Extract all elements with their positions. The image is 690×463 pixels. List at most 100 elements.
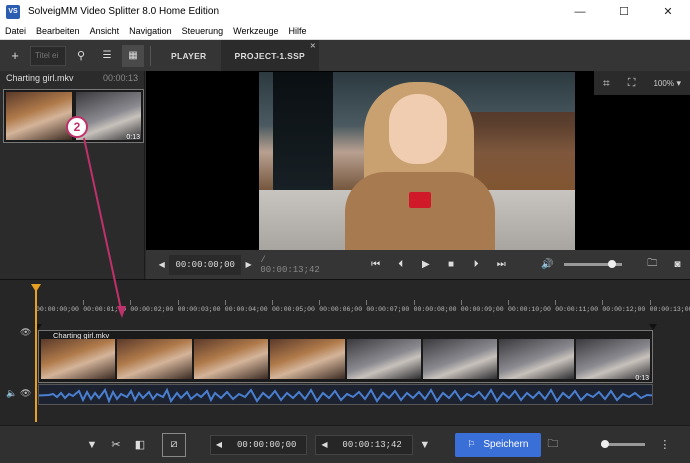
menu-werkzeuge[interactable]: Werkzeuge (228, 26, 283, 36)
media-thumbnail[interactable]: 0:13 (3, 89, 144, 143)
search-icon[interactable]: ⚲ (70, 45, 92, 67)
audio-waveform (39, 387, 652, 404)
volume-icon[interactable]: 🔊 (535, 259, 560, 270)
menu-bearbeiten[interactable]: Bearbeiten (31, 26, 85, 36)
viewer-tools: ⌗ ⛶ 100% ▾ (594, 71, 690, 95)
bottom-bar: ▼ ✂ ◧ ⧄ ◀ 00:00:00;00 ◀ 00:00:13;42 ▼ ⚐ … (0, 425, 690, 463)
list-view-icon[interactable]: ☰ (96, 45, 118, 67)
prev-icon[interactable]: ◀ (211, 435, 227, 455)
more-options-icon[interactable]: ⋮ (653, 433, 677, 457)
end-time-value[interactable]: 00:00:13;42 (332, 440, 411, 450)
crop-icon[interactable]: ⌗ (603, 76, 610, 91)
save-icon: ⚐ (467, 439, 476, 449)
start-time-value[interactable]: 00:00:00;00 (227, 440, 306, 450)
ruler-tick-label: 00:00:06;00 (319, 300, 363, 313)
menu-steuerung[interactable]: Steuerung (177, 26, 229, 36)
menu-navigation[interactable]: Navigation (124, 26, 177, 36)
audio-icon[interactable]: 🔈 (6, 388, 17, 399)
media-item[interactable]: Charting girl.mkv 00:00:13 (0, 71, 144, 85)
window-controls: — ☐ ✕ (558, 0, 690, 23)
clip-frame (346, 339, 421, 379)
snapshot-icon[interactable]: ◙ (665, 259, 690, 270)
app-icon: VS (6, 4, 20, 19)
next-icon[interactable]: ◀ (316, 435, 332, 455)
ruler-tick-label: 00:00:02;00 (130, 300, 174, 313)
video-track-clip[interactable]: Charting girl.mkv 0:13 (38, 330, 653, 383)
next-frame-icon[interactable]: ▶ (241, 255, 256, 275)
toolbar: + ⚲ ☰ ▦ PLAYER PROJECT-1.SSP ✕ (0, 40, 690, 71)
clip-frame (575, 339, 650, 379)
ruler-tick-label: 00:00:00;00 (36, 300, 79, 313)
start-time-field[interactable]: ◀ 00:00:00;00 (210, 434, 308, 455)
clip-frame (422, 339, 498, 379)
ruler-tick-label: 00:00:10;00 (508, 300, 551, 313)
minimize-button[interactable]: — (558, 0, 602, 23)
ruler-tick-label: 00:00:05;00 (272, 300, 315, 313)
grid-view-icon[interactable]: ▦ (122, 44, 144, 67)
video-scene-phone (409, 192, 431, 208)
media-file-name: Charting girl.mkv (6, 73, 74, 83)
ruler-tick-label: 00:00:13;00 (649, 300, 690, 313)
media-panel: Charting girl.mkv 00:00:13 0:13 (0, 71, 145, 279)
go-start-icon[interactable]: ⏮ (363, 259, 388, 270)
search-input[interactable] (30, 45, 66, 66)
marker-icon[interactable]: ▼ (80, 433, 104, 457)
maximize-button[interactable]: ☐ (602, 0, 646, 23)
ruler-tick-label: 00:00:12;00 (602, 300, 646, 313)
fragment-icon[interactable]: ◧ (128, 433, 152, 457)
clip-duration: 0:13 (635, 375, 649, 382)
ruler-tick-label: 00:00:11;00 (555, 300, 599, 313)
menu-ansicht[interactable]: Ansicht (85, 26, 125, 36)
timeline-zoom-knob[interactable] (600, 440, 609, 448)
save-button[interactable]: ⚐ Speichern (454, 432, 541, 457)
timeline[interactable]: 00:00:00;00 00:00:01;00 00:00:02;00 00:00:0… (0, 279, 690, 425)
zoom-select[interactable]: 100% ▾ (653, 78, 681, 89)
eye-icon[interactable]: 👁 (20, 327, 31, 338)
video-scene-person-sweater (345, 172, 495, 250)
video-frame (259, 72, 575, 250)
thumbnail-frame (6, 92, 72, 140)
go-end-icon[interactable]: ⏭ (489, 259, 514, 270)
timeline-ruler[interactable]: 00:00:00;00 00:00:01;00 00:00:02;00 00:00:0… (36, 292, 690, 322)
prev-frame-icon[interactable]: ◀ (154, 255, 169, 275)
end-time-field[interactable]: ◀ 00:00:13;42 (315, 434, 413, 455)
eye-icon[interactable]: 👁 (20, 388, 31, 399)
ruler-tick-label: 00:00:01;00 (83, 300, 127, 313)
menu-datei[interactable]: Datei (0, 26, 31, 36)
audio-track-clip[interactable] (38, 384, 653, 405)
tab-close-icon[interactable]: ✕ (310, 42, 316, 50)
transport-bar: ◀ 00:00:00;00 ▶ / 00:00:13;42 ⏮ ⏴ ▶ ■ ⏵ … (146, 250, 690, 279)
menu-bar: Datei Bearbeiten Ansicht Navigation Steu… (0, 23, 690, 40)
fullscreen-icon[interactable]: ⛶ (628, 77, 636, 90)
timeline-zoom-slider[interactable] (600, 440, 645, 448)
volume-slider-knob[interactable] (608, 260, 617, 268)
play-icon[interactable]: ▶ (413, 259, 438, 270)
tab-project[interactable]: PROJECT-1.SSP ✕ (220, 40, 320, 71)
thumbnail-frame (75, 92, 141, 140)
tab-project-label: PROJECT-1.SSP (234, 50, 306, 61)
zoom-value: 100% (653, 78, 674, 88)
volume-slider[interactable] (564, 260, 623, 268)
media-file-duration: 00:00:13 (102, 73, 138, 83)
clip-frames (40, 339, 651, 379)
step-forward-icon[interactable]: ⏵ (464, 259, 489, 270)
ruler-tick-label: 00:00:07;00 (366, 300, 410, 313)
close-button[interactable]: ✕ (646, 0, 690, 23)
video-viewer: ⌗ ⛶ 100% ▾ (146, 71, 690, 250)
output-folder-icon[interactable]: 🗀 (541, 433, 565, 457)
select-fragment-icon[interactable]: ⧄ (162, 432, 186, 457)
chevron-down-icon: ▾ (676, 77, 681, 88)
ruler-tick-label: 00:00:04;00 (224, 300, 268, 313)
step-back-icon[interactable]: ⏴ (388, 259, 413, 270)
playhead[interactable] (31, 284, 41, 422)
stop-icon[interactable]: ■ (438, 259, 463, 270)
folder-icon[interactable]: 🗀 (640, 256, 665, 273)
cut-icon[interactable]: ✂ (104, 433, 128, 457)
current-time-field[interactable]: 00:00:00;00 (169, 254, 241, 275)
add-icon[interactable]: + (4, 45, 26, 67)
ruler-tick-label: 00:00:03;00 (177, 300, 221, 313)
total-time: / 00:00:13;42 (260, 254, 320, 275)
end-marker-icon[interactable]: ▼ (413, 433, 437, 457)
menu-hilfe[interactable]: Hilfe (284, 26, 312, 36)
tab-player[interactable]: PLAYER (157, 40, 221, 71)
